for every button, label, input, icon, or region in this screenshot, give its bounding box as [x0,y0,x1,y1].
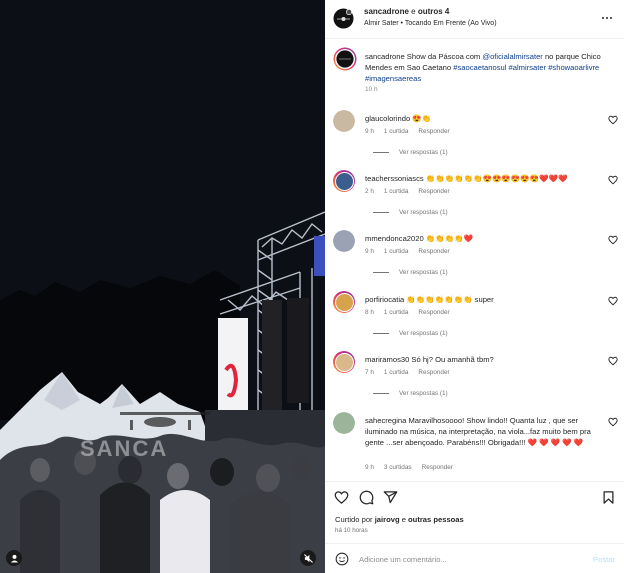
commenter-username[interactable]: teacherssoniascs [365,174,424,183]
comment-like-icon[interactable] [608,175,618,185]
post-comment-button[interactable]: Postar [593,555,615,564]
commenter-username[interactable]: sahecregina [365,416,406,425]
comment-body: 👏👏👏👏👏👏😍😍😍😍😍😍❤️❤️❤️ [423,174,568,183]
comment-bubble-icon[interactable] [359,490,374,505]
comment-likes[interactable]: 1 curtida [384,188,409,195]
comment-time: 7 h [365,369,374,377]
commenter-username[interactable]: mariramos30 [365,355,409,364]
author-avatar-ring [333,47,357,71]
commenter-avatar[interactable] [333,110,355,132]
commenter-username[interactable]: mmendonca2020 [365,234,424,243]
view-replies-button[interactable]: Ver respostas (1) [373,390,448,397]
comment-body: Só hj? Ou amanhã tbm? [409,355,494,364]
caption-username[interactable]: sancadrone [365,52,405,61]
smiley-face-icon[interactable] [335,552,349,566]
liked-by-connector: e [399,515,409,524]
comment-meta: 9 h 3 curtidas Responder [365,464,463,471]
post-video[interactable]: SANCA [0,0,325,573]
send-paper-plane-icon[interactable] [383,490,398,505]
collaborators-link[interactable]: outros 4 [418,7,450,16]
reply-button[interactable]: Responder [418,369,449,376]
view-replies-button[interactable]: Ver respostas (1) [373,269,448,276]
comment-text: glaucolorindo 😍👏 [365,113,603,124]
comment-time: 9 h [365,463,374,471]
comment-body: 👏👏👏👏❤️ [423,234,474,243]
caption-body: Show da Páscoa com [404,52,483,61]
comment-like-icon[interactable] [608,296,618,306]
author-avatar[interactable] [333,8,354,29]
post-actions: Curtido por jairovg e outras pessoas há … [325,481,624,541]
comment-text: sahecregina Maravilhosoooo! Show lindo!!… [365,415,603,449]
mute-button[interactable] [300,550,316,566]
concert-scene [0,0,325,573]
comment-like-icon[interactable] [608,417,618,427]
comment-text: mmendonca2020 👏👏👏👏❤️ [365,233,603,244]
caption-time: 10 h [365,86,378,93]
reply-button[interactable]: Responder [422,464,453,471]
comment-text: teacherssoniascs 👏👏👏👏👏👏😍😍😍😍😍😍❤️❤️❤️ [365,173,603,184]
comment-like-icon[interactable] [608,356,618,366]
post-header: sancadrone e outros 4 Almir Sater • Toca… [325,0,624,39]
comment-meta: 7 h 1 curtida Responder [365,369,460,376]
reply-button[interactable]: Responder [418,309,449,316]
comment-meta: 2 h 1 curtida Responder [365,188,460,195]
audio-track[interactable]: Almir Sater • Tocando Em Frente (Ao Vivo… [364,20,497,27]
commenter-username[interactable]: porfiriocatia [365,295,404,304]
view-replies-button[interactable]: Ver respostas (1) [373,149,448,156]
view-replies-button[interactable]: Ver respostas (1) [373,209,448,216]
caption-text: sancadrone Show da Páscoa com @oficialal… [365,51,618,85]
comment-time: 9 h [365,248,374,256]
post-timestamp[interactable]: há 10 horas [335,527,368,534]
comment-meta: 9 h 1 curtida Responder [365,128,460,135]
comment-time: 9 h [365,128,374,136]
comment-likes[interactable]: 1 curtida [384,128,409,135]
comment-body: 👏👏👏👏👏👏👏 super [404,295,494,304]
comment-text: mariramos30 Só hj? Ou amanhã tbm? [365,354,603,365]
comment-meta: 9 h 1 curtida Responder [365,248,460,255]
comment-time: 8 h [365,309,374,317]
comment-likes[interactable]: 3 curtidas [384,464,412,471]
caption-avatar[interactable] [333,47,357,71]
commenter-avatar[interactable] [333,412,355,434]
post-detail-panel: sancadrone e outros 4 Almir Sater • Toca… [325,0,624,573]
liked-by-user[interactable]: jairovg [375,515,400,524]
header-title: sancadrone e outros 4 [364,7,449,16]
tagged-users-button[interactable] [6,550,22,566]
commenter-username[interactable]: glaucolorindo [365,114,410,123]
comment-input[interactable] [359,550,579,568]
comment-like-icon[interactable] [608,115,618,125]
more-horizontal-icon [602,17,612,19]
bookmark-icon[interactable] [601,490,616,505]
person-icon [10,554,18,563]
author-username[interactable]: sancadrone [364,7,409,16]
commenter-avatar[interactable] [333,291,355,313]
add-comment-bar: Postar [325,543,624,573]
header-connector: e [408,7,418,16]
more-options-button[interactable] [602,13,614,23]
commenter-avatar[interactable] [333,351,355,373]
muted-speaker-icon [303,553,313,563]
commenter-avatar[interactable] [333,230,355,252]
liked-by-others[interactable]: outras pessoas [408,515,464,524]
comment-like-icon[interactable] [608,235,618,245]
reply-button[interactable]: Responder [418,188,449,195]
comment-likes[interactable]: 1 curtida [384,309,409,316]
reply-button[interactable]: Responder [418,128,449,135]
comment-time: 2 h [365,188,374,196]
liked-by: Curtido por jairovg e outras pessoas [335,515,464,524]
comment-likes[interactable]: 1 curtida [384,369,409,376]
comment-likes[interactable]: 1 curtida [384,248,409,255]
heart-icon[interactable] [334,490,349,505]
watermark-text: SANCA [80,436,169,461]
view-replies-button[interactable]: Ver respostas (1) [373,330,448,337]
mention-link[interactable]: @oficialalmirsater [482,52,542,61]
comment-meta: 8 h 1 curtida Responder [365,309,460,316]
reply-button[interactable]: Responder [418,248,449,255]
comment-body: 😍👏 [410,114,432,123]
commenter-avatar[interactable] [333,170,355,192]
comment-text: porfiriocatia 👏👏👏👏👏👏👏 super [365,294,603,305]
liked-by-prefix: Curtido por [335,515,375,524]
